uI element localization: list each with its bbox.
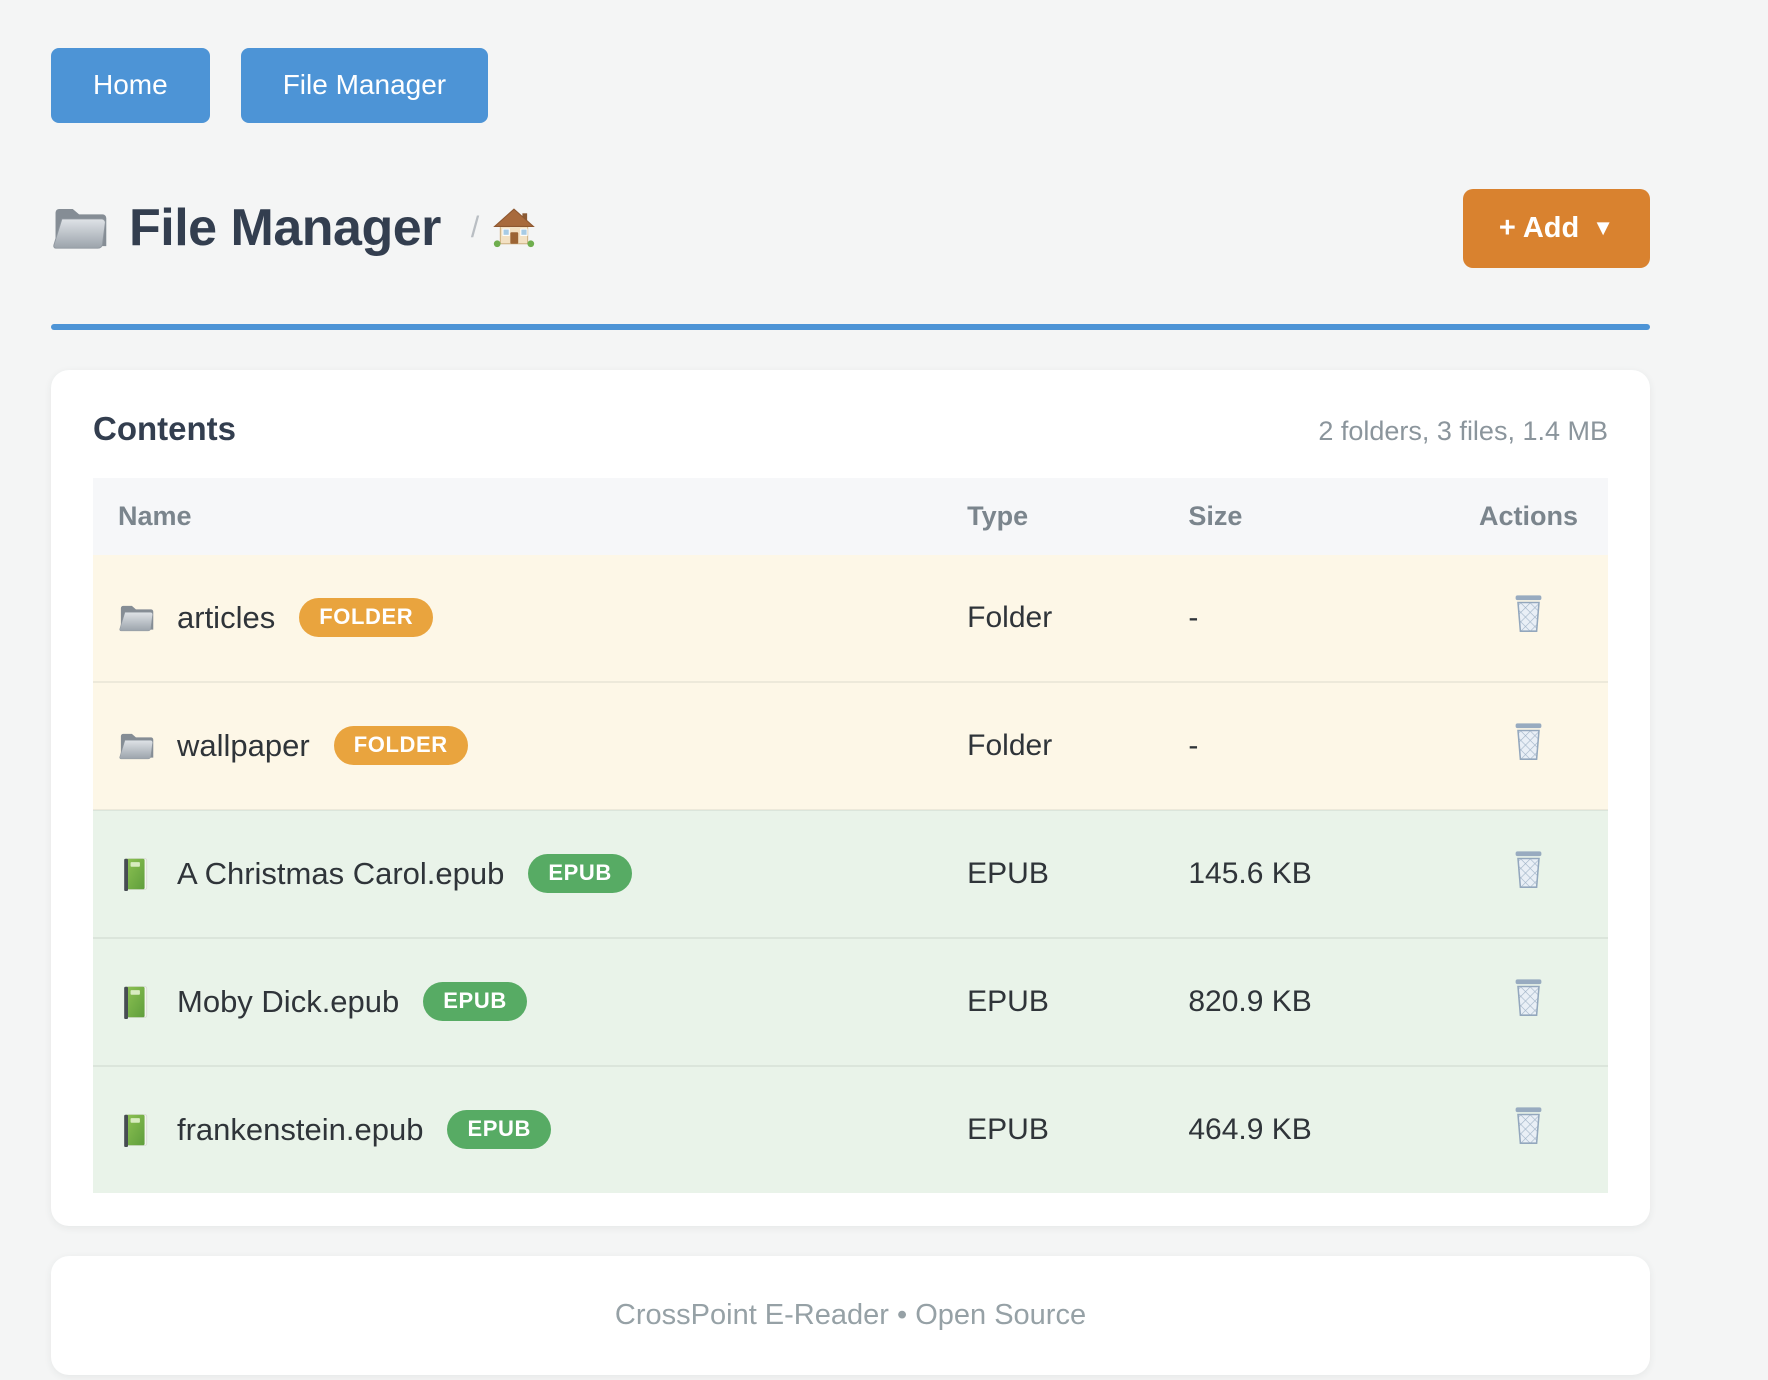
delete-button[interactable] bbox=[1511, 977, 1546, 1019]
epub-badge: EPUB bbox=[447, 1110, 551, 1149]
table-row: frankenstein.epub EPUB EPUB 464.9 KB bbox=[93, 1066, 1608, 1193]
name-cell: Moby Dick.epub EPUB bbox=[93, 938, 967, 1066]
contents-card: Contents 2 folders, 3 files, 1.4 MB Name… bbox=[51, 370, 1650, 1226]
size-cell: 820.9 KB bbox=[1188, 938, 1449, 1066]
type-cell: EPUB bbox=[967, 810, 1188, 938]
top-nav: Home File Manager bbox=[51, 48, 1650, 123]
book-icon bbox=[118, 985, 155, 1019]
trash-icon bbox=[1511, 977, 1546, 1019]
name-cell: wallpaper FOLDER bbox=[93, 682, 967, 810]
file-name: A Christmas Carol.epub bbox=[177, 856, 504, 892]
add-button[interactable]: + Add ▼ bbox=[1463, 189, 1650, 268]
type-cell: Folder bbox=[967, 555, 1188, 682]
file-name: articles bbox=[177, 600, 275, 636]
column-header-size: Size bbox=[1188, 478, 1449, 555]
table-row: wallpaper FOLDER Folder - bbox=[93, 682, 1608, 810]
column-header-actions: Actions bbox=[1449, 478, 1608, 555]
trash-icon bbox=[1511, 849, 1546, 891]
contents-title: Contents bbox=[93, 410, 236, 448]
actions-cell bbox=[1449, 1066, 1608, 1193]
file-link[interactable]: frankenstein.epub EPUB bbox=[118, 1110, 967, 1149]
actions-cell bbox=[1449, 810, 1608, 938]
breadcrumb-separator: / bbox=[471, 211, 479, 245]
footer-card: CrossPoint E-Reader • Open Source bbox=[51, 1256, 1650, 1375]
add-button-label: + Add bbox=[1499, 212, 1579, 245]
epub-badge: EPUB bbox=[423, 982, 527, 1021]
home-icon[interactable] bbox=[493, 208, 535, 248]
size-cell: - bbox=[1188, 555, 1449, 682]
folder-link[interactable]: articles FOLDER bbox=[118, 598, 967, 637]
page-header: File Manager / + Add ▼ bbox=[51, 189, 1650, 268]
delete-button[interactable] bbox=[1511, 721, 1546, 763]
actions-cell bbox=[1449, 938, 1608, 1066]
table-row: Moby Dick.epub EPUB EPUB 820.9 KB bbox=[93, 938, 1608, 1066]
size-cell: 464.9 KB bbox=[1188, 1066, 1449, 1193]
actions-cell bbox=[1449, 555, 1608, 682]
files-table: Name Type Size Actions articles bbox=[93, 478, 1608, 1193]
file-name: Moby Dick.epub bbox=[177, 984, 399, 1020]
file-link[interactable]: Moby Dick.epub EPUB bbox=[118, 982, 967, 1021]
nav-home-button[interactable]: Home bbox=[51, 48, 210, 123]
folder-badge: FOLDER bbox=[299, 598, 433, 637]
type-cell: Folder bbox=[967, 682, 1188, 810]
folder-icon bbox=[51, 203, 109, 253]
contents-card-header: Contents 2 folders, 3 files, 1.4 MB bbox=[93, 410, 1608, 448]
type-cell: EPUB bbox=[967, 1066, 1188, 1193]
chevron-down-icon: ▼ bbox=[1592, 215, 1614, 241]
file-link[interactable]: A Christmas Carol.epub EPUB bbox=[118, 854, 967, 893]
folder-icon bbox=[118, 729, 155, 763]
actions-cell bbox=[1449, 682, 1608, 810]
file-name: frankenstein.epub bbox=[177, 1112, 423, 1148]
delete-button[interactable] bbox=[1511, 593, 1546, 635]
delete-button[interactable] bbox=[1511, 849, 1546, 891]
trash-icon bbox=[1511, 593, 1546, 635]
name-cell: A Christmas Carol.epub EPUB bbox=[93, 810, 967, 938]
name-cell: articles FOLDER bbox=[93, 555, 967, 682]
nav-file-manager-button[interactable]: File Manager bbox=[241, 48, 488, 123]
table-row: articles FOLDER Folder - bbox=[93, 555, 1608, 682]
page-container: Home File Manager File Manager / + Add ▼ bbox=[51, 0, 1650, 1375]
folder-badge: FOLDER bbox=[334, 726, 468, 765]
size-cell: - bbox=[1188, 682, 1449, 810]
column-header-name: Name bbox=[93, 478, 967, 555]
table-header-row: Name Type Size Actions bbox=[93, 478, 1608, 555]
contents-summary: 2 folders, 3 files, 1.4 MB bbox=[1318, 416, 1608, 447]
footer-text: CrossPoint E-Reader • Open Source bbox=[51, 1299, 1650, 1332]
size-cell: 145.6 KB bbox=[1188, 810, 1449, 938]
epub-badge: EPUB bbox=[528, 854, 632, 893]
name-cell: frankenstein.epub EPUB bbox=[93, 1066, 967, 1193]
header-divider bbox=[51, 324, 1650, 330]
table-row: A Christmas Carol.epub EPUB EPUB 145.6 K… bbox=[93, 810, 1608, 938]
folder-link[interactable]: wallpaper FOLDER bbox=[118, 726, 967, 765]
file-name: wallpaper bbox=[177, 728, 310, 764]
delete-button[interactable] bbox=[1511, 1105, 1546, 1147]
column-header-type: Type bbox=[967, 478, 1188, 555]
page-title: File Manager bbox=[129, 198, 441, 258]
trash-icon bbox=[1511, 1105, 1546, 1147]
folder-icon bbox=[118, 601, 155, 635]
book-icon bbox=[118, 1113, 155, 1147]
book-icon bbox=[118, 857, 155, 891]
type-cell: EPUB bbox=[967, 938, 1188, 1066]
trash-icon bbox=[1511, 721, 1546, 763]
